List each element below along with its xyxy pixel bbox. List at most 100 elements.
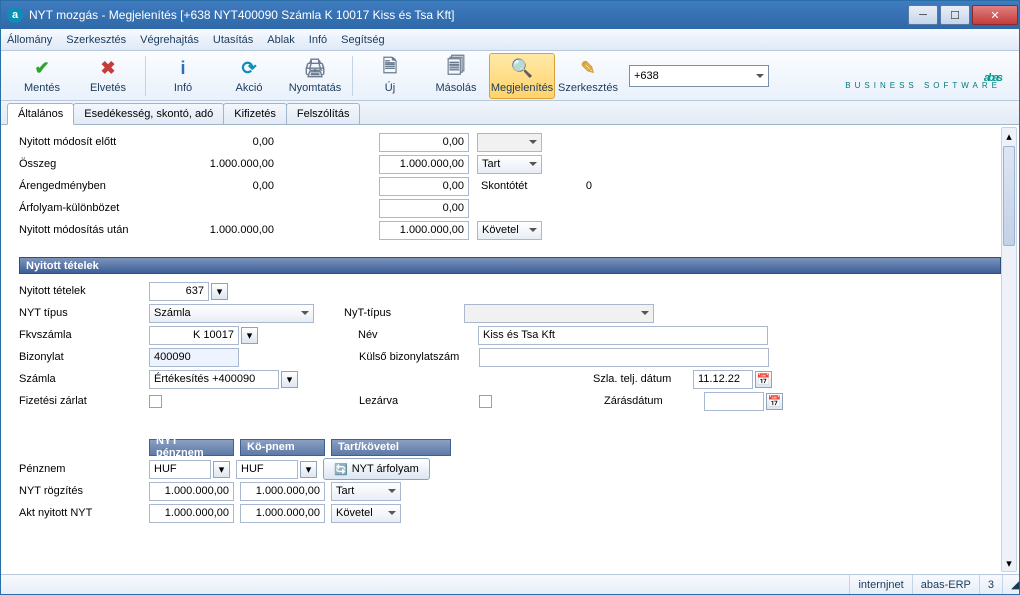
tabstrip: Általános Esedékesség, skontó, adó Kifiz… (1, 101, 1019, 125)
lookup-button[interactable]: ▾ (241, 327, 258, 344)
toolbar-új-button[interactable]: 🗎Új (357, 53, 423, 99)
menu-item[interactable]: Utasítás (213, 34, 253, 46)
closed-checkbox[interactable] (479, 395, 492, 408)
print-icon: 🖨 (304, 58, 326, 80)
close-date-field[interactable] (704, 392, 764, 411)
menu-item[interactable]: Ablak (267, 34, 295, 46)
label: Szla. telj. dátum (593, 373, 693, 385)
close-button[interactable]: ✕ (972, 5, 1018, 25)
col-header: Tart/követel (331, 439, 451, 456)
chevron-down-icon (301, 311, 309, 319)
fkvszamla-field[interactable]: K 10017 (149, 326, 239, 345)
toolbar-elvetés-button[interactable]: ✖Elvetés (75, 53, 141, 99)
tab-payment[interactable]: Kifizetés (223, 103, 287, 124)
toolbar-akció-button[interactable]: ⟳ Akció (216, 53, 282, 99)
menu-item[interactable]: Segítség (341, 34, 384, 46)
toolbar-infó-button[interactable]: iInfó (150, 53, 216, 99)
toolbar-button-label: Nyomtatás (289, 82, 342, 94)
toolbar-separator (352, 56, 353, 96)
label: Lezárva (359, 395, 479, 407)
col-header: Kö-pnem (240, 439, 325, 456)
label: NYT rögzítés (19, 485, 149, 497)
currency-nyt-field[interactable]: HUF (149, 460, 211, 479)
tab-general[interactable]: Általános (7, 103, 74, 125)
label: Külső bizonylatszám (359, 351, 479, 363)
toolbar-nyomtatás-button[interactable]: 🖨 Nyomtatás (282, 53, 348, 99)
label: Árengedményben (19, 180, 149, 192)
lookup-button[interactable]: ▾ (300, 461, 317, 478)
label: NyT-típus (344, 307, 464, 319)
tab-reminder[interactable]: Felszólítás (286, 103, 361, 124)
label: Számla (19, 373, 149, 385)
content-area: Nyitott módosít előtt0,000,00Összeg1.000… (1, 125, 1019, 574)
nyt-type-select[interactable]: Számla (149, 304, 314, 323)
lookup-button[interactable]: ▾ (213, 461, 230, 478)
menu-item[interactable]: Szerkesztés (66, 34, 126, 46)
chevron-down-icon (641, 311, 649, 319)
invoice-date-field[interactable]: 11.12.22 (693, 370, 753, 389)
label: Zárásdátum (604, 395, 704, 407)
toolbar-szerkesztés-button[interactable]: ✎ Szerkesztés (555, 53, 621, 99)
app-window: a NYT mozgás - Megjelenítés [+638 NYT400… (0, 0, 1020, 595)
skonto-field: 0 (547, 177, 597, 196)
nyt-t-type-select[interactable] (464, 304, 654, 323)
label: Árfolyam-különbözet (19, 202, 149, 214)
toolbar-button-label: Szerkesztés (558, 82, 618, 94)
lookup-button[interactable]: ▾ (281, 371, 298, 388)
tab-due-skonto-tax[interactable]: Esedékesség, skontó, adó (73, 103, 224, 124)
minimize-button[interactable]: ─ (908, 5, 938, 25)
col-header: NYT pénznem (149, 439, 234, 456)
copy-icon: 🗐 (445, 58, 467, 80)
status-cell: abas-ERP (912, 575, 979, 594)
nyt-fix-v2: 1.000.000,00 (240, 482, 325, 501)
label: NYT típus (19, 307, 149, 319)
amount-c2: 0,00 (379, 133, 469, 152)
scroll-up-icon[interactable]: ▴ (1002, 128, 1016, 144)
current-open-dc-select[interactable]: Követel (331, 504, 401, 523)
menu-item[interactable]: Végrehajtás (140, 34, 199, 46)
vertical-scrollbar[interactable]: ▴ ▾ (1001, 127, 1017, 572)
scrollbar-thumb[interactable] (1003, 146, 1015, 246)
toolbar-button-label: Akció (236, 82, 263, 94)
calendar-icon[interactable]: 📅 (755, 371, 772, 388)
view-icon: 🔍 (511, 58, 533, 80)
debit-credit-select[interactable]: Követel (477, 221, 542, 240)
action-icon: ⟳ (238, 58, 260, 80)
chevron-down-icon (756, 74, 764, 82)
amount-c1: 0,00 (149, 133, 279, 152)
label: Bizonylat (19, 351, 149, 363)
toolbar-megjelenítés-button[interactable]: 🔍Megjelenítés (489, 53, 555, 99)
label: Név (358, 329, 478, 341)
payment-lock-checkbox[interactable] (149, 395, 162, 408)
new-icon: 🗎 (379, 58, 401, 80)
edit-icon: ✎ (577, 58, 599, 80)
statusbar: internjnet abas-ERP 3 ◢ (1, 574, 1019, 594)
label: Nyitott módosítás után (19, 224, 149, 236)
resize-grip-icon[interactable]: ◢ (1002, 575, 1019, 594)
menu-item[interactable]: Állomány (7, 34, 52, 46)
toolbar-record-selector[interactable]: +638 (629, 65, 769, 87)
invoice-field[interactable]: Értékesítés +400090 (149, 370, 279, 389)
nyt-exchange-rate-button[interactable]: 🔄 NYT árfolyam (323, 458, 430, 480)
calendar-icon[interactable]: 📅 (766, 393, 783, 410)
external-doc-field[interactable] (479, 348, 769, 367)
refresh-icon: 🔄 (334, 463, 348, 476)
amount-c1: 0,00 (149, 177, 279, 196)
menu-item[interactable]: Infó (309, 34, 327, 46)
amount-c2: 1.000.000,00 (379, 221, 469, 240)
amount-c2: 0,00 (379, 199, 469, 218)
label: Skontótét (477, 180, 547, 192)
label: Összeg (19, 158, 149, 170)
open-items-count-field[interactable]: 637 (149, 282, 209, 301)
nyt-fix-dc-select[interactable]: Tart (331, 482, 401, 501)
currency-ko-field[interactable]: HUF (236, 460, 298, 479)
amount-c2: 1.000.000,00 (379, 155, 469, 174)
toolbar-másolás-button[interactable]: 🗐Másolás (423, 53, 489, 99)
maximize-button[interactable]: ☐ (940, 5, 970, 25)
lookup-button[interactable]: ▾ (211, 283, 228, 300)
debit-credit-select[interactable]: Tart (477, 155, 542, 174)
toolbar-mentés-button[interactable]: ✔Mentés (9, 53, 75, 99)
bizonylat-field[interactable]: 400090 (149, 348, 239, 367)
scroll-down-icon[interactable]: ▾ (1002, 555, 1016, 571)
amount-c1: 1.000.000,00 (149, 221, 279, 240)
